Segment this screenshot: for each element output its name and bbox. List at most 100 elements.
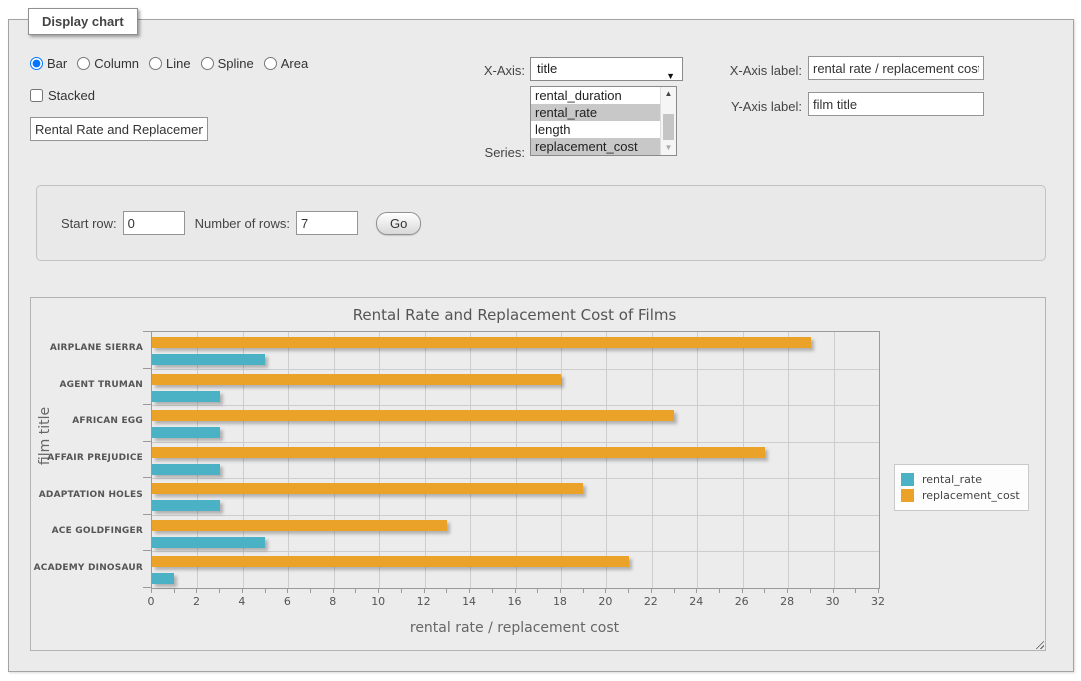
chart-type-column[interactable]: Column [77,56,139,71]
x-axis-select[interactable]: title ▼ [530,57,683,81]
series-options: rental_durationrental_ratelengthreplacem… [531,87,661,155]
y-axis-tick [143,587,151,588]
y-axis-label-label: Y-Axis label: [720,99,802,114]
x-axis-tick [424,588,425,593]
x-axis-tick-label: 30 [818,595,848,608]
chart-type-line[interactable]: Line [149,56,191,71]
bar-replacement_cost [152,483,583,494]
gridline-vertical [652,332,653,588]
bar-replacement_cost [152,556,629,567]
chart-type-radio-spline[interactable] [201,57,214,70]
x-axis-minor-tick [810,588,811,593]
x-axis-minor-tick [628,588,629,593]
x-axis-minor-tick [401,588,402,593]
x-axis-minor-tick [719,588,720,593]
x-axis-tick [605,588,606,593]
gridline-horizontal [152,551,879,552]
legend-swatch [901,473,914,486]
x-axis-tick [196,588,197,593]
stacked-checkbox[interactable] [30,89,43,102]
x-axis-tick-label: 12 [409,595,439,608]
chart-type-radio-bar[interactable] [30,57,43,70]
chart-type-area[interactable]: Area [264,56,308,71]
category-label: AFRICAN EGG [31,416,143,426]
legend-entry-replacement_cost: replacement_cost [901,489,1020,502]
chart-type-radio-label: Area [281,56,308,71]
x-axis-tick-label: 10 [363,595,393,608]
x-axis-tick-label: 32 [863,595,893,608]
resize-grip[interactable] [1034,639,1044,649]
y-axis-tick [143,477,151,478]
series-scrollbar[interactable]: ▲ ▼ [660,87,676,155]
x-axis-select-label: X-Axis: [430,63,525,78]
scroll-down-icon[interactable]: ▼ [661,141,676,155]
y-axis-tick [143,550,151,551]
x-axis-tick [287,588,288,593]
chart-type-radio-column[interactable] [77,57,90,70]
legend-entry-rental_rate: rental_rate [901,473,1020,486]
x-axis-tick-label: 2 [181,595,211,608]
chart-type-radio-label: Column [94,56,139,71]
x-axis-label-input[interactable] [808,56,984,80]
x-axis-minor-tick [855,588,856,593]
x-axis-tick-label: 20 [590,595,620,608]
x-axis-minor-tick [492,588,493,593]
x-axis-tick [651,588,652,593]
bar-rental_rate [152,464,220,475]
x-axis-tick-label: 14 [454,595,484,608]
start-row-input[interactable] [123,211,185,235]
x-axis-tick-label: 22 [636,595,666,608]
chart-type-radio-line[interactable] [149,57,162,70]
series-option-length[interactable]: length [531,121,661,138]
panel-legend: Display chart [28,8,138,35]
series-option-rental_duration[interactable]: rental_duration [531,87,661,104]
scrollbar-thumb[interactable] [663,114,674,140]
chart-type-bar[interactable]: Bar [30,56,67,71]
bar-replacement_cost [152,374,561,385]
x-axis-tick-label: 8 [318,595,348,608]
gridline-horizontal [152,442,879,443]
series-select-label: Series: [430,145,525,160]
bar-rental_rate [152,427,220,438]
gridline-horizontal [152,369,879,370]
x-axis-tick-label: 6 [272,595,302,608]
chart-type-radio-area[interactable] [264,57,277,70]
y-axis-tick [143,404,151,405]
x-axis-label-label: X-Axis label: [720,63,802,78]
x-axis-minor-tick [219,588,220,593]
category-label: AIRPLANE SIERRA [31,343,143,353]
x-axis-tick [515,588,516,593]
x-axis-tick-label: 28 [772,595,802,608]
scroll-up-icon[interactable]: ▲ [661,87,676,101]
gridline-vertical [561,332,562,588]
gridline-vertical [197,332,198,588]
series-option-rental_rate[interactable]: rental_rate [531,104,661,121]
gridline-vertical [606,332,607,588]
y-axis-tick [143,368,151,369]
y-axis-tick [143,441,151,442]
number-of-rows-input[interactable] [296,211,358,235]
chart-type-spline[interactable]: Spline [201,56,254,71]
gridline-vertical [379,332,380,588]
chart-title-input[interactable] [30,117,208,141]
x-axis-tick [560,588,561,593]
gridline-vertical [470,332,471,588]
x-axis-tick [878,588,879,593]
gridline-vertical [334,332,335,588]
x-axis-tick-label: 16 [500,595,530,608]
gridline-vertical [425,332,426,588]
series-multiselect[interactable]: rental_durationrental_ratelengthreplacem… [530,86,677,156]
y-axis-label-input[interactable] [808,92,984,116]
x-axis-tick [242,588,243,593]
x-axis-tick [333,588,334,593]
x-axis-tick-label: 18 [545,595,575,608]
series-option-replacement_cost[interactable]: replacement_cost [531,138,661,155]
stacked-checkbox-row[interactable]: Stacked [30,88,95,103]
x-axis-minor-tick [265,588,266,593]
category-label: ACE GOLDFINGER [31,526,143,536]
go-button[interactable]: Go [376,212,421,235]
y-axis-title: film title [37,376,53,496]
x-axis-tick [696,588,697,593]
bar-rental_rate [152,537,265,548]
gridline-horizontal [152,478,879,479]
